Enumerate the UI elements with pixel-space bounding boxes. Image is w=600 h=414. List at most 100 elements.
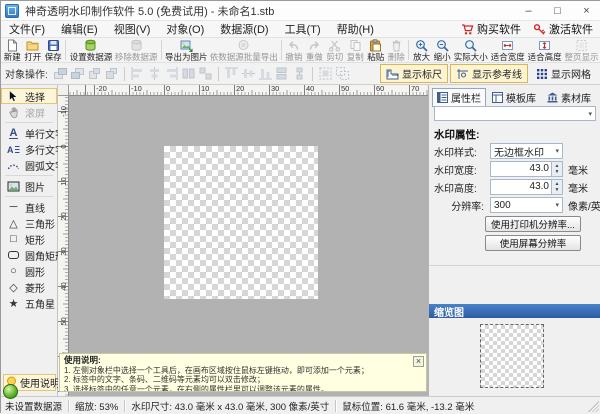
tool-arc-text[interactable]: 圆弧文字: [1, 157, 57, 173]
show-guides-toggle[interactable]: 显示参考线: [450, 64, 528, 83]
tool-star[interactable]: ★ 五角星: [1, 295, 57, 311]
minimize-button[interactable]: –: [514, 1, 543, 20]
equal-size-icon[interactable]: [198, 66, 213, 81]
watermark-width-stepper[interactable]: 43.0 ▲ ▼: [490, 161, 563, 177]
database-set-icon: [84, 39, 97, 52]
align-right-icon[interactable]: [164, 66, 179, 81]
tab-template-library[interactable]: 模板库: [487, 88, 541, 107]
batch-export-button[interactable]: 依数据源批量导出: [209, 38, 279, 62]
key-icon: [533, 23, 546, 36]
app-icon: [5, 4, 19, 18]
send-to-back-icon[interactable]: [70, 66, 85, 81]
vertical-ruler: -10 0 10 20 30 40 50 60: [58, 96, 69, 396]
watermark-document[interactable]: [164, 146, 318, 299]
fit-height-icon: [538, 39, 551, 52]
database-remove-icon: [130, 39, 143, 52]
bring-forward-icon[interactable]: [87, 66, 102, 81]
menu-file[interactable]: 文件(F): [1, 21, 53, 37]
fit-width-icon: [501, 39, 514, 52]
cut-button[interactable]: 剪切: [325, 38, 345, 62]
rectangle-icon: □: [6, 233, 21, 245]
watermark-properties-title: 水印属性:: [434, 127, 480, 142]
zoom-in-button[interactable]: 放大: [411, 38, 431, 62]
use-screen-resolution-button[interactable]: 使用屏幕分辨率: [485, 235, 581, 251]
toolbar-separator: [124, 67, 125, 81]
tool-multi-line-text[interactable]: A 多行文字: [1, 141, 57, 157]
tool-sidebar: 选择 滚屏 A 单行文字 A 多行文字 圆弧文字 图片 ─ 直线 △ 三角形 □…: [1, 85, 58, 396]
help-box-close-icon[interactable]: ×: [413, 356, 424, 367]
open-folder-icon: [26, 39, 39, 52]
toolbar-separator: [161, 40, 162, 60]
object-selector-combobox[interactable]: ▾: [434, 106, 596, 121]
help-box-line: 3. 选择标签中的任意一个元素，在右侧的属性栏里可以调整该元素的属性。: [64, 385, 422, 393]
align-left-icon[interactable]: [130, 66, 145, 81]
group-icon[interactable]: [318, 66, 333, 81]
resolution-combobox[interactable]: 300 ▾: [490, 197, 563, 213]
zoom-out-button[interactable]: 缩小: [432, 38, 452, 62]
stepper-arrows[interactable]: ▲ ▼: [551, 180, 562, 194]
resolution-row: 分辨率: 300 ▾ 像素/英寸: [434, 197, 600, 213]
undo-button[interactable]: 撤销: [284, 38, 304, 62]
maximize-button[interactable]: □: [543, 1, 572, 20]
align-bottom-icon[interactable]: [258, 66, 273, 81]
watermark-style-combobox[interactable]: 无边框水印 ▾: [490, 143, 563, 159]
center-on-page-icon[interactable]: [292, 66, 307, 81]
spin-down-icon[interactable]: ▼: [555, 187, 560, 193]
fit-width-button[interactable]: 适合宽度: [489, 38, 526, 62]
activate-software-button[interactable]: 激活软件: [529, 21, 597, 37]
fit-height-button[interactable]: 适合高度: [526, 38, 563, 62]
show-ruler-toggle[interactable]: 显示标尺: [380, 64, 448, 83]
help-box-line: 2. 标签中的文字、条码、二维码等元素均可以双击修改；: [64, 375, 422, 385]
tool-select[interactable]: 选择: [1, 88, 57, 104]
watermark-height-stepper[interactable]: 43.0 ▲ ▼: [490, 179, 563, 195]
thumbnail-preview[interactable]: [480, 324, 544, 388]
align-center-icon[interactable]: [147, 66, 162, 81]
use-printer-resolution-button[interactable]: 使用打印机分辨率...: [485, 216, 581, 232]
tab-material-library[interactable]: 素材库: [542, 88, 596, 107]
bring-to-front-icon[interactable]: [53, 66, 68, 81]
menu-datasource[interactable]: 数据源(D): [212, 21, 276, 37]
equal-height-icon[interactable]: [275, 66, 290, 81]
align-top-icon[interactable]: [224, 66, 239, 81]
chevron-down-icon: ▾: [588, 110, 592, 118]
send-backward-icon[interactable]: [104, 66, 119, 81]
buy-software-button[interactable]: 购买软件: [457, 21, 525, 37]
tool-image[interactable]: 图片: [1, 178, 57, 194]
equal-width-icon[interactable]: [181, 66, 196, 81]
close-button[interactable]: ×: [572, 1, 600, 20]
align-middle-icon[interactable]: [241, 66, 256, 81]
tool-pan[interactable]: 滚屏: [1, 104, 57, 120]
resize-grip[interactable]: [588, 401, 599, 412]
tool-rounded-rectangle[interactable]: 圆角矩形: [1, 247, 57, 263]
tool-triangle[interactable]: △ 三角形: [1, 215, 57, 231]
set-datasource-button[interactable]: 设置数据源: [68, 38, 113, 62]
copy-button[interactable]: 复制: [345, 38, 365, 62]
stepper-arrows[interactable]: ▲ ▼: [551, 162, 562, 176]
menu-object[interactable]: 对象(O): [158, 21, 212, 37]
new-button[interactable]: 新建: [2, 38, 22, 62]
actual-size-button[interactable]: 实际大小: [452, 38, 489, 62]
tab-properties[interactable]: 属性栏: [432, 88, 486, 107]
show-grid-toggle[interactable]: 显示网格: [530, 64, 597, 83]
save-button[interactable]: 保存: [43, 38, 63, 62]
menu-view[interactable]: 视图(V): [106, 21, 159, 37]
open-button[interactable]: 打开: [22, 38, 42, 62]
tool-diamond[interactable]: ◇ 菱形: [1, 279, 57, 295]
tool-line[interactable]: ─ 直线: [1, 199, 57, 215]
menu-edit[interactable]: 编辑(E): [53, 21, 106, 37]
paste-button[interactable]: 粘贴: [365, 38, 385, 62]
export-image-button[interactable]: 导出为图片: [164, 38, 209, 62]
ungroup-icon[interactable]: [335, 66, 350, 81]
remove-datasource-button[interactable]: 移除数据源: [114, 38, 159, 62]
canvas-area[interactable]: -20 -10 0 10 20 30 40 50 60 70 -10 0 10 …: [58, 85, 428, 396]
tool-single-line-text[interactable]: A 单行文字: [1, 125, 57, 141]
menu-help[interactable]: 帮助(H): [329, 21, 382, 37]
redo-button[interactable]: 重做: [304, 38, 324, 62]
menu-tools[interactable]: 工具(T): [277, 21, 329, 37]
spin-down-icon[interactable]: ▼: [555, 169, 560, 175]
tool-circle[interactable]: ○ 圆形: [1, 263, 57, 279]
image-icon: [6, 181, 21, 192]
full-page-button[interactable]: 整页显示: [563, 38, 600, 62]
delete-button[interactable]: 删除: [386, 38, 406, 62]
tool-rectangle[interactable]: □ 矩形: [1, 231, 57, 247]
